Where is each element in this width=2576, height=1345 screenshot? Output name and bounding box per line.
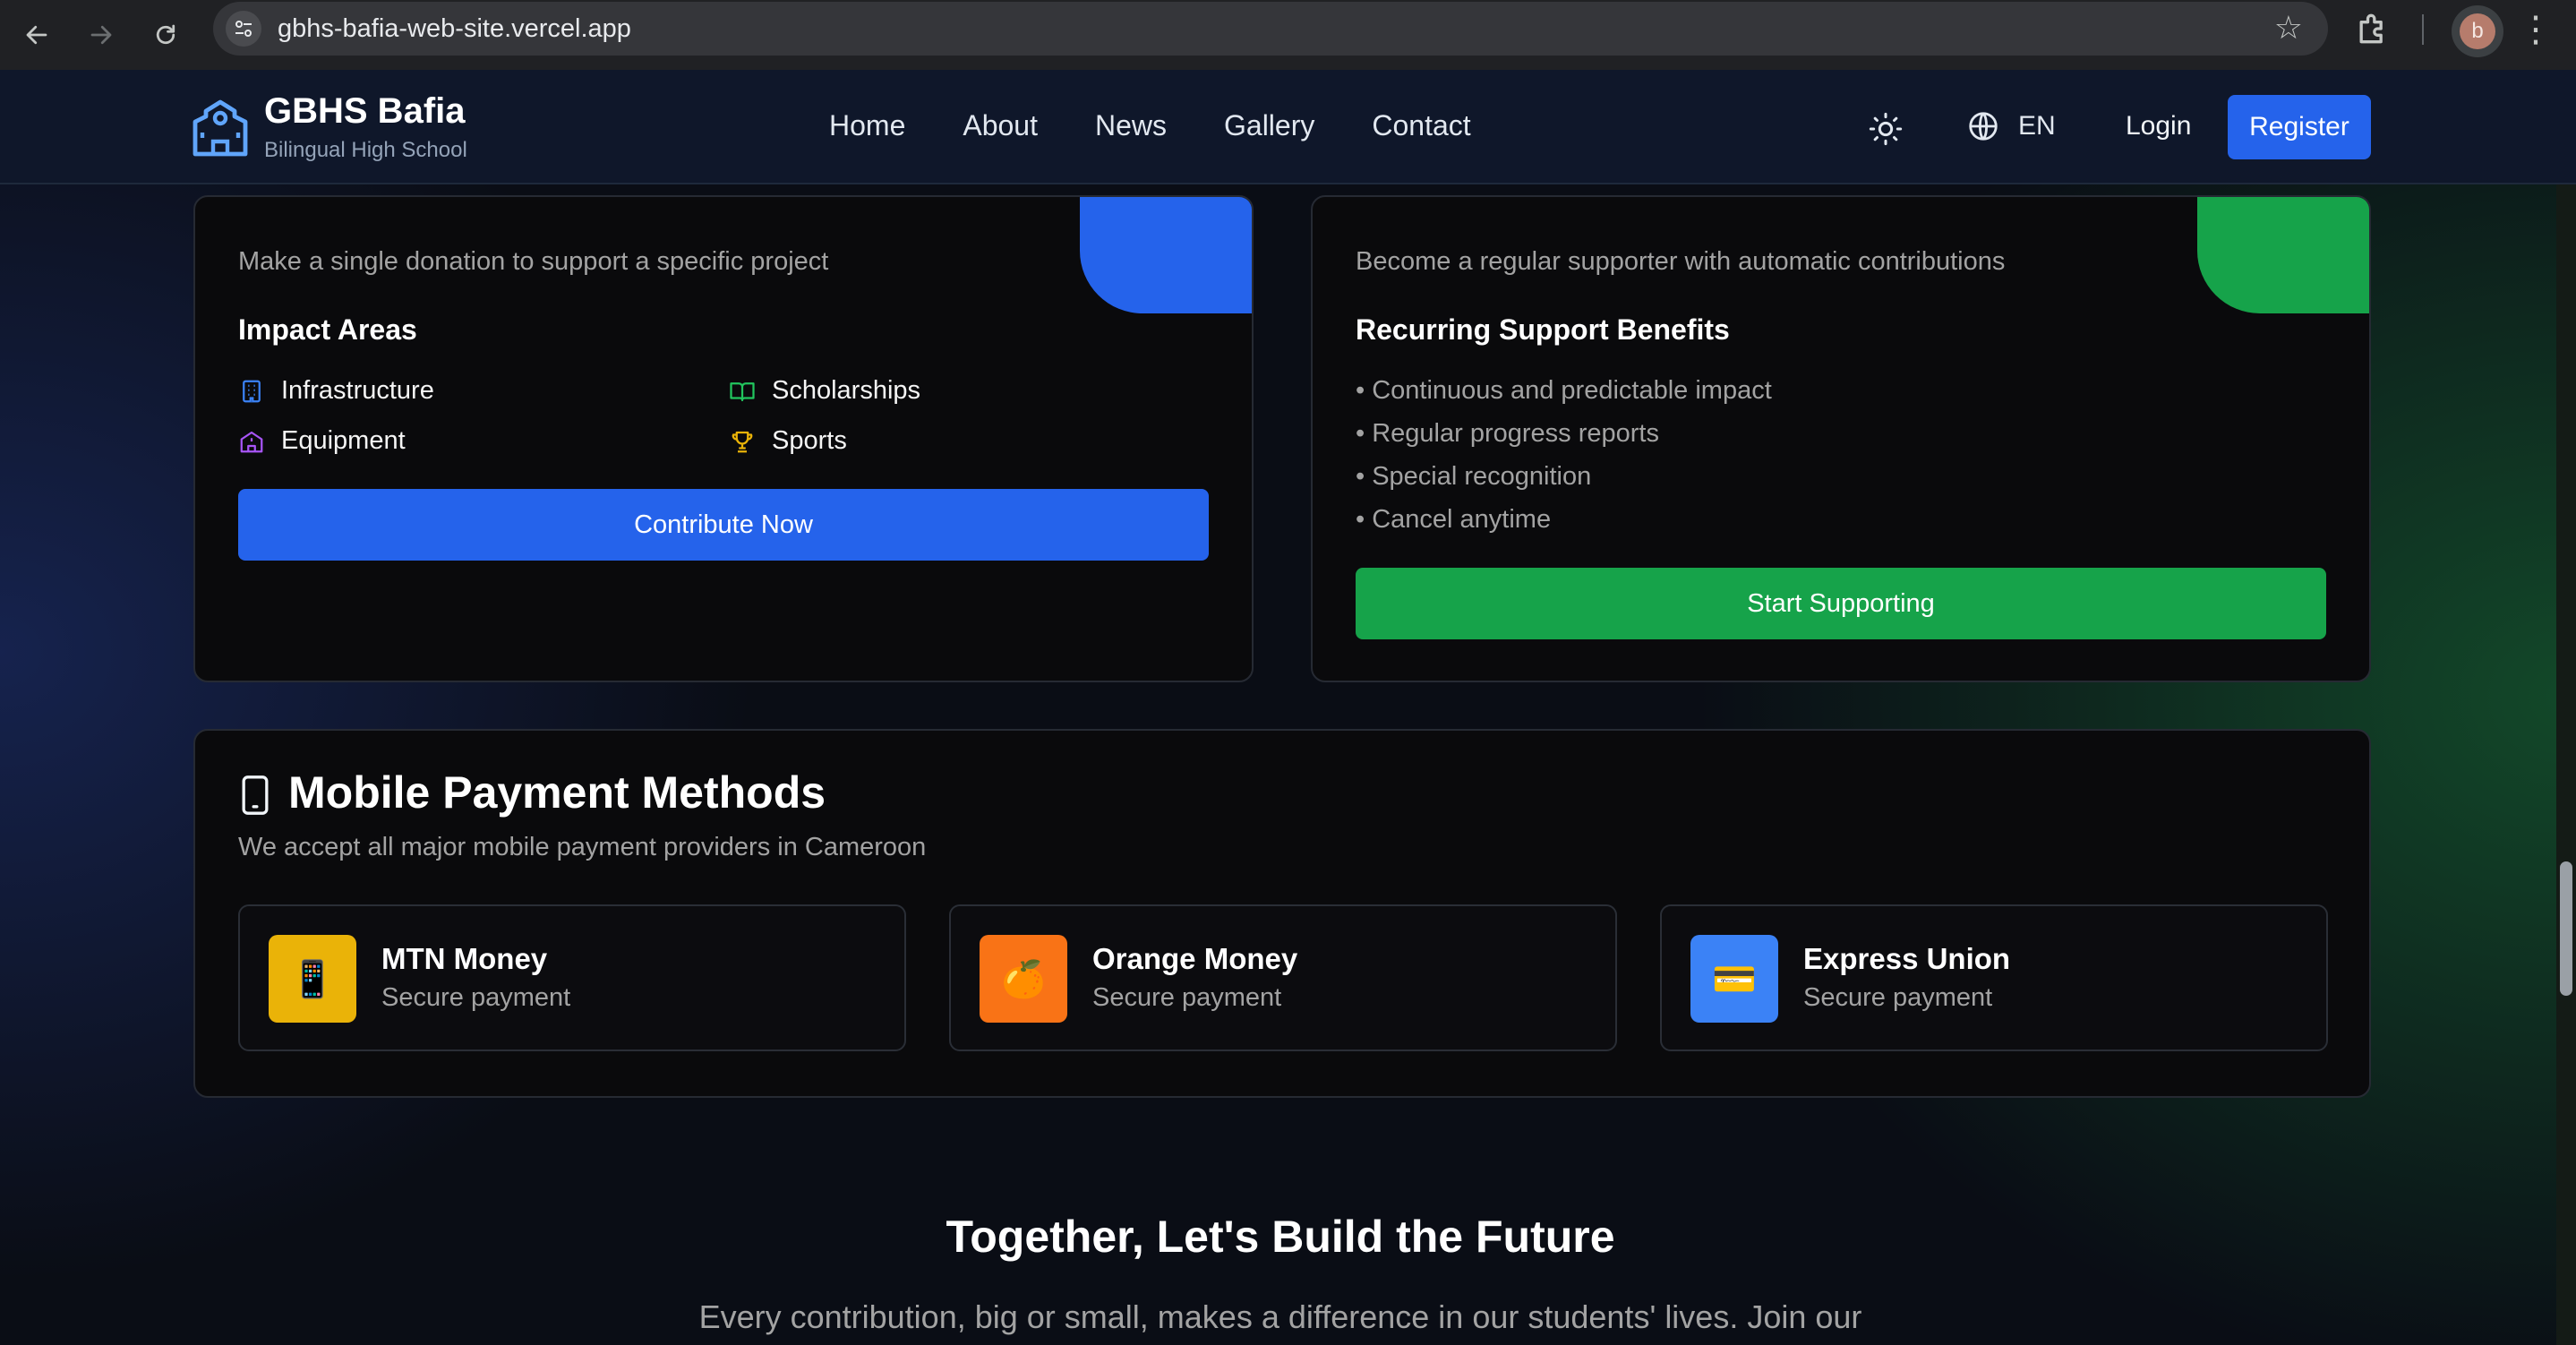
payment-method-note: Secure payment [381, 983, 571, 1012]
benefit-item: • Special recognition [1356, 462, 1592, 491]
card-corner-accent [2197, 197, 2369, 313]
extensions-icon[interactable] [2353, 9, 2398, 54]
nav-home[interactable]: Home [829, 109, 905, 142]
bookmark-star-icon[interactable]: ☆ [2274, 9, 2303, 47]
smartphone-icon [242, 775, 269, 815]
impact-item-infrastructure: Infrastructure [238, 376, 434, 406]
language-selector[interactable]: EN [1966, 109, 2056, 143]
impact-item-equipment: Equipment [238, 426, 406, 456]
page-content: Make a single donation to support a spec… [0, 70, 2576, 1345]
login-link[interactable]: Login [2126, 111, 2191, 141]
impact-areas-title: Impact Areas [238, 313, 417, 346]
card-description: Become a regular supporter with automati… [1356, 247, 2006, 276]
page-scrollbar[interactable] [2556, 70, 2576, 1345]
one-time-donation-card: Make a single donation to support a spec… [193, 195, 1254, 682]
back-arrow-icon[interactable] [14, 13, 59, 57]
site-header: GBHS Bafia Bilingual High School Home Ab… [0, 70, 2576, 184]
trophy-icon [732, 431, 753, 452]
nav-news[interactable]: News [1095, 109, 1167, 142]
nav-contact[interactable]: Contact [1372, 109, 1470, 142]
benefit-item: • Cancel anytime [1356, 505, 1552, 534]
payment-method-note: Secure payment [1092, 983, 1282, 1012]
benefit-item: • Continuous and predictable impact [1356, 376, 1772, 405]
brand-title[interactable]: GBHS Bafia [264, 91, 466, 132]
mtn-phone-icon: 📱 [269, 935, 356, 1023]
site-settings-icon[interactable] [226, 11, 261, 47]
contribute-now-button[interactable]: Contribute Now [238, 489, 1209, 561]
url-text[interactable]: gbhs-bafia-web-site.vercel.app [278, 14, 631, 44]
language-code: EN [2018, 111, 2056, 141]
payment-method-name: Express Union [1803, 942, 2011, 975]
profile-initial: b [2460, 13, 2495, 49]
payment-method-note: Secure payment [1803, 983, 1993, 1012]
credit-card-icon: 💳 [1690, 935, 1778, 1023]
school-icon [240, 431, 263, 452]
sun-icon[interactable] [1868, 111, 1904, 147]
impact-item-label: Equipment [281, 426, 406, 455]
nav-about[interactable]: About [963, 109, 1038, 142]
profile-avatar[interactable]: b [2452, 5, 2503, 57]
scrollbar-thumb[interactable] [2560, 861, 2572, 996]
impact-item-label: Sports [772, 426, 847, 455]
payment-method-name: Orange Money [1092, 942, 1298, 975]
browser-toolbar: gbhs-bafia-web-site.vercel.app ☆ b ⋮ [0, 0, 2576, 70]
forward-arrow-icon[interactable] [79, 13, 124, 57]
impact-item-label: Infrastructure [281, 376, 434, 405]
benefit-item: • Regular progress reports [1356, 419, 1659, 448]
start-supporting-button[interactable]: Start Supporting [1356, 568, 2326, 639]
main-navigation: Home About News Gallery Contact [829, 109, 1528, 142]
impact-item-sports: Sports [729, 426, 847, 456]
payment-section-subtitle: We accept all major mobile payment provi… [238, 833, 927, 861]
impact-item-scholarships: Scholarships [729, 376, 920, 406]
closing-paragraph: Every contribution, big or small, makes … [698, 1298, 1862, 1335]
book-icon [730, 381, 755, 401]
mobile-payment-section: Mobile Payment Methods We accept all maj… [193, 729, 2371, 1098]
toolbar-divider [2422, 14, 2424, 45]
school-logo-icon[interactable] [192, 97, 249, 158]
payment-method-mtn[interactable]: 📱 MTN Money Secure payment [238, 904, 906, 1051]
payment-method-express-union[interactable]: 💳 Express Union Secure payment [1660, 904, 2328, 1051]
closing-heading: Together, Let's Build the Future [946, 1212, 1615, 1262]
recurring-benefits-title: Recurring Support Benefits [1356, 313, 1730, 346]
browser-menu-icon[interactable]: ⋮ [2518, 7, 2554, 52]
globe-icon [1969, 112, 1998, 141]
payment-method-name: MTN Money [381, 942, 548, 975]
recurring-support-card: Become a regular supporter with automati… [1311, 195, 2371, 682]
building-icon [243, 380, 261, 402]
card-corner-accent [1080, 197, 1252, 313]
payment-section-title: Mobile Payment Methods [288, 767, 826, 818]
register-button[interactable]: Register [2228, 95, 2371, 159]
payment-method-orange[interactable]: 🍊 Orange Money Secure payment [949, 904, 1617, 1051]
impact-item-label: Scholarships [772, 376, 921, 405]
brand-subtitle: Bilingual High School [264, 138, 467, 162]
address-bar[interactable]: gbhs-bafia-web-site.vercel.app ☆ [213, 2, 2328, 56]
orange-fruit-icon: 🍊 [980, 935, 1067, 1023]
card-description: Make a single donation to support a spec… [238, 247, 829, 276]
nav-gallery[interactable]: Gallery [1224, 109, 1314, 142]
reload-icon[interactable] [143, 13, 188, 57]
